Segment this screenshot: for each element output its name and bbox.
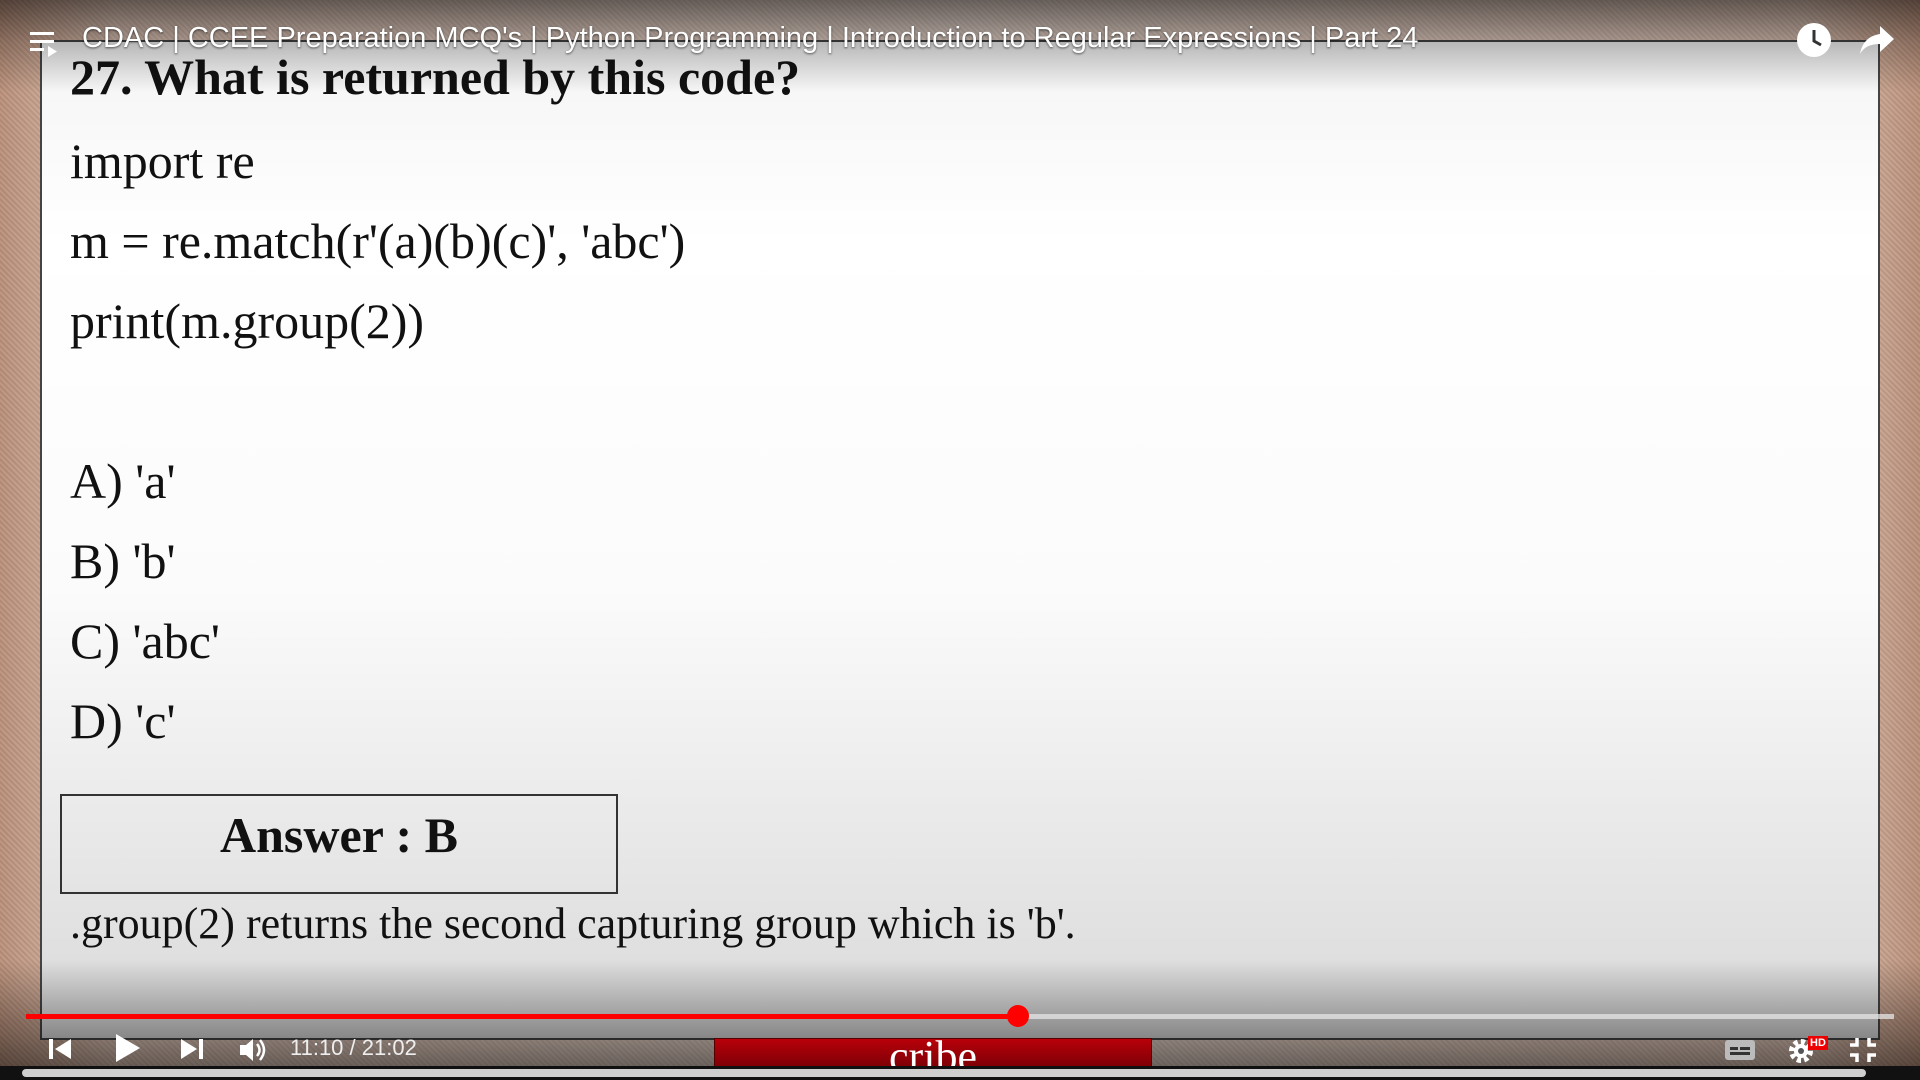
answer-text: Answer : B [220,807,458,863]
scrollbar-thumb[interactable] [22,1069,1866,1077]
next-icon[interactable] [178,1036,206,1062]
video-frame[interactable]: 27. What is returned by this code? impor… [40,40,1880,1040]
horizontal-scrollbar[interactable] [0,1066,1920,1080]
captions-icon[interactable] [1724,1038,1756,1062]
previous-icon[interactable] [46,1036,74,1062]
progress-bar[interactable] [26,1005,1894,1027]
explanation-text: .group(2) returns the second capturing g… [70,899,1076,948]
player-top-bar: CDAC | CCEE Preparation MCQ's | Python P… [0,0,1920,92]
play-icon[interactable] [112,1032,142,1064]
subscribe-banner[interactable]: cribe [714,1038,1152,1068]
watch-later-icon[interactable] [1796,22,1832,58]
share-icon[interactable] [1858,24,1896,56]
option-c: C) 'abc' [70,613,220,669]
code-line-1: import re [70,133,255,189]
option-b: B) 'b' [70,533,176,589]
time-display: 11:10 / 21:02 [290,1035,417,1060]
playlist-icon[interactable] [30,30,62,58]
volume-icon[interactable] [238,1036,268,1064]
answer-box: Answer : B [60,794,618,894]
code-line-3: print(m.group(2)) [70,293,425,349]
option-a: A) 'a' [70,453,176,509]
option-d: D) 'c' [70,693,176,749]
progress-scrubber[interactable] [1006,1005,1029,1027]
code-line-2: m = re.match(r'(a)(b)(c)', 'abc') [70,213,686,269]
video-title[interactable]: CDAC | CCEE Preparation MCQ's | Python P… [82,22,1418,55]
progress-played [26,1014,1018,1019]
subscribe-banner-text: cribe [889,1038,977,1068]
hd-badge: HD [1808,1036,1828,1050]
exit-fullscreen-icon[interactable] [1848,1036,1878,1064]
